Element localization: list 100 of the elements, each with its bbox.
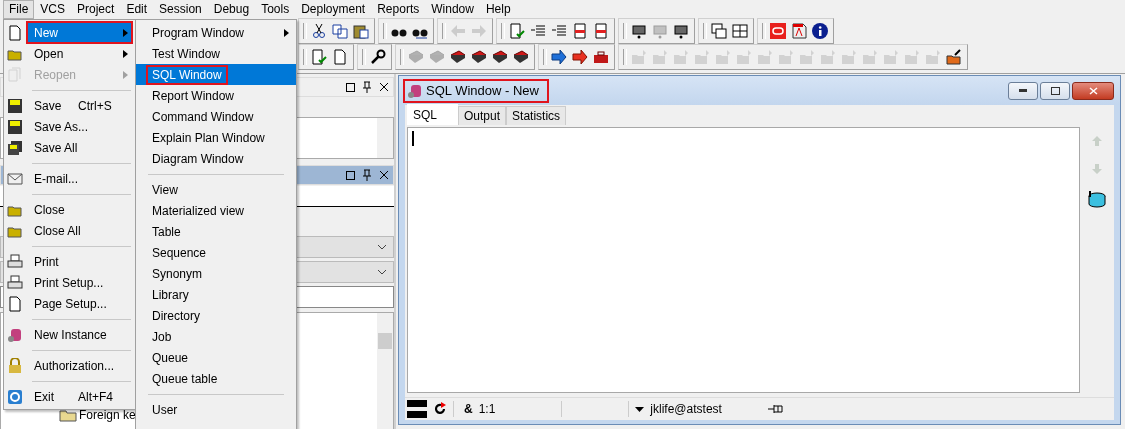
printer-icon [7, 253, 23, 270]
menu-item[interactable]: Test Window [146, 43, 227, 64]
scrollbar[interactable] [377, 118, 393, 158]
menu-item[interactable]: View [146, 179, 184, 200]
caret-down-icon[interactable] [635, 406, 645, 412]
menu-bar-item[interactable]: Project [71, 0, 121, 19]
menu-bar-item[interactable]: Deployment [295, 0, 372, 19]
folder-icon [694, 49, 710, 65]
folder-icon [736, 49, 752, 65]
close-icon[interactable] [379, 170, 389, 180]
camera-icon [673, 23, 689, 39]
menu-item[interactable]: New Instance [26, 323, 133, 346]
calendar-document-icon [332, 49, 348, 65]
database-icon [7, 326, 23, 343]
close-button[interactable] [1072, 81, 1114, 100]
pin-icon[interactable] [362, 169, 372, 181]
pin-icon[interactable] [362, 81, 372, 93]
camera-icon [652, 23, 668, 39]
menu-item[interactable]: Sequence [146, 242, 213, 263]
forward-arrow-icon [471, 23, 487, 39]
document-check-icon [509, 23, 525, 39]
menu-item[interactable]: Print Setup... [26, 271, 133, 294]
back-arrow-icon [450, 23, 466, 39]
menu-item[interactable]: Command Window [146, 106, 260, 127]
menu-item[interactable]: Save All [26, 136, 133, 159]
menu-item[interactable]: Authorization... [26, 354, 133, 377]
tab[interactable]: Output [458, 106, 507, 125]
menu-item[interactable]: Materialized view [146, 200, 251, 221]
menu-item[interactable]: Table [146, 221, 187, 242]
maximize-icon[interactable] [346, 82, 355, 92]
folder-icon [841, 49, 857, 65]
book-icon [471, 49, 487, 65]
connection-label[interactable]: jklife@atstest [650, 402, 722, 416]
menu-item[interactable]: SQL Window [146, 64, 228, 85]
menu-item[interactable]: Library [146, 284, 195, 305]
padlock-icon [7, 357, 23, 374]
menu-item[interactable]: Queue [146, 347, 195, 368]
menu-bar-item[interactable]: Session [153, 0, 208, 19]
tab[interactable]: SQL [407, 104, 458, 125]
book-icon [450, 49, 466, 65]
restore-button[interactable] [1040, 81, 1070, 100]
scrollbar[interactable] [377, 313, 393, 429]
menu-item[interactable]: Exit Alt+F4 [26, 385, 133, 408]
envelope-icon [7, 170, 23, 187]
folder-icon [59, 408, 77, 422]
pdf-icon [791, 23, 807, 39]
menu-item[interactable]: New [26, 21, 133, 44]
tab[interactable]: Statistics [506, 106, 567, 125]
menu-item[interactable]: Page Setup... [26, 292, 133, 315]
tree-item[interactable]: Foreign ke [79, 408, 136, 422]
close-icon[interactable] [379, 82, 389, 92]
menu-item[interactable]: Diagram Window [146, 148, 250, 169]
menu-item[interactable]: Print [26, 250, 133, 273]
camera-icon [631, 23, 647, 39]
tile-icon [732, 23, 748, 39]
menu-bar-item[interactable]: Window [425, 0, 480, 19]
menu-item[interactable]: Queue table [146, 368, 224, 389]
menu-item[interactable]: E-mail... [26, 167, 133, 190]
folder-icon [652, 49, 668, 65]
document-icon [593, 23, 609, 39]
copy-icon [332, 23, 348, 39]
window-title: SQL Window - New [426, 83, 539, 98]
pin-icon[interactable] [767, 404, 784, 414]
menu-item[interactable]: Program Window [146, 22, 251, 43]
book-icon [408, 49, 424, 65]
minimize-button[interactable] [1008, 81, 1038, 100]
menu-bar-item[interactable]: Edit [120, 0, 154, 19]
menu-item[interactable]: Save As... [26, 115, 133, 138]
menu-item[interactable]: Job [146, 326, 178, 347]
menu-bar-item[interactable]: Reports [371, 0, 426, 19]
menu-bar-item[interactable]: File [3, 0, 35, 19]
menu-item[interactable]: Directory [146, 305, 206, 326]
menu-item[interactable]: Explain Plan Window [146, 127, 271, 148]
menu-bar-item[interactable]: Help [479, 0, 517, 19]
right-arrow-icon [572, 49, 588, 65]
maximize-icon[interactable] [346, 170, 355, 180]
menu-item[interactable]: Save Ctrl+S [26, 94, 133, 117]
info-icon [812, 23, 828, 39]
menu-item[interactable]: Close All [26, 219, 133, 242]
menu-item[interactable]: Synonym [146, 263, 209, 284]
menu-bar-item[interactable]: Tools [255, 0, 296, 19]
menu-bar-item[interactable]: Debug [207, 0, 256, 19]
checklist-icon [311, 49, 327, 65]
toolbox-icon [593, 49, 609, 65]
new-document-icon [7, 24, 23, 41]
book-icon [513, 49, 529, 65]
refresh-icon[interactable] [433, 402, 447, 416]
menu-item[interactable]: Open [26, 42, 133, 65]
menu-item[interactable]: User [146, 399, 184, 420]
folder-icon [883, 49, 899, 65]
folder-icon [757, 49, 773, 65]
menu-item[interactable]: Report Window [146, 85, 241, 106]
database-icon[interactable] [1088, 191, 1106, 209]
folder-icon [631, 49, 647, 65]
page-icon [7, 295, 23, 312]
menu-item[interactable]: Close [26, 198, 133, 221]
floppy-disks-icon [7, 139, 23, 156]
book-icon [429, 49, 445, 65]
menu-bar-item[interactable]: VCS [34, 0, 72, 19]
split-icon[interactable] [407, 400, 427, 418]
